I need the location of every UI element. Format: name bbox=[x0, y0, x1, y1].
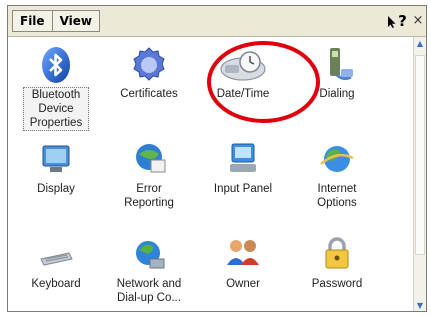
password-icon bbox=[317, 235, 357, 275]
applet-label: Input Panel bbox=[213, 183, 273, 195]
applet-input-panel[interactable]: Input Panel bbox=[197, 140, 289, 196]
applet-label: Display bbox=[37, 183, 75, 195]
menu-group: File View bbox=[12, 10, 100, 32]
applet-owner[interactable]: Owner bbox=[197, 235, 289, 291]
error-reporting-icon bbox=[129, 140, 169, 180]
applet-password[interactable]: Password bbox=[291, 235, 383, 291]
applet-keyboard[interactable]: Keyboard bbox=[10, 235, 102, 291]
scroll-up-icon[interactable]: ▲ bbox=[414, 37, 426, 51]
menu-file[interactable]: File bbox=[13, 11, 52, 31]
close-button[interactable]: × bbox=[410, 11, 426, 31]
applet-label: Keyboard bbox=[31, 278, 81, 290]
bluetooth-icon bbox=[36, 45, 76, 85]
help-button[interactable]: ? bbox=[385, 11, 409, 31]
dialing-icon bbox=[317, 45, 357, 85]
applet-network[interactable]: Network and Dial-up Co... bbox=[103, 235, 195, 305]
applet-bluetooth[interactable]: Bluetooth Device Properties bbox=[10, 45, 102, 131]
applet-label: Password bbox=[311, 278, 363, 290]
keyboard-icon bbox=[36, 235, 76, 275]
scrollbar-thumb[interactable] bbox=[415, 55, 425, 255]
applet-label: Dialing bbox=[319, 88, 355, 100]
applet-certificates[interactable]: Certificates bbox=[103, 45, 195, 101]
applet-label: Error Reporting bbox=[124, 183, 174, 209]
highlight-circle bbox=[207, 41, 320, 123]
certificates-icon bbox=[129, 45, 169, 85]
help-label: ? bbox=[398, 12, 407, 30]
owner-icon bbox=[223, 235, 263, 275]
applet-error-reporting[interactable]: Error Reporting bbox=[103, 140, 195, 210]
applet-label: Internet Options bbox=[317, 183, 357, 209]
applet-label: Owner bbox=[226, 278, 260, 290]
network-icon bbox=[129, 235, 169, 275]
applet-internet-options[interactable]: Internet Options bbox=[291, 140, 383, 210]
applet-label: Certificates bbox=[120, 88, 178, 100]
menu-view[interactable]: View bbox=[51, 11, 99, 31]
display-icon bbox=[36, 140, 76, 180]
applet-label: Bluetooth Device Properties bbox=[23, 87, 89, 131]
menu-bar: File View ? × bbox=[8, 6, 426, 37]
control-panel-window: File View ? × Bluetooth Device Propertie… bbox=[7, 5, 427, 312]
vertical-scrollbar[interactable]: ▲ ▼ bbox=[413, 37, 426, 311]
applet-label: Network and Dial-up Co... bbox=[116, 278, 182, 304]
applet-display[interactable]: Display bbox=[10, 140, 102, 196]
internet-options-icon bbox=[317, 140, 357, 180]
help-arrow-icon bbox=[388, 15, 396, 28]
scroll-down-icon[interactable]: ▼ bbox=[414, 299, 426, 311]
input-panel-icon bbox=[223, 140, 263, 180]
